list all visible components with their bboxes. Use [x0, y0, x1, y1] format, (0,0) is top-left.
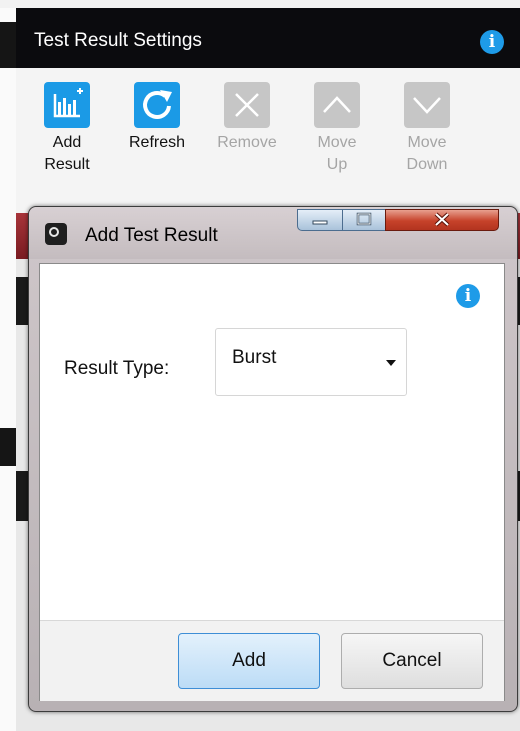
dialog-title: Add Test Result [85, 225, 218, 246]
result-type-label: Result Type: [64, 358, 170, 379]
left-edge-block [0, 22, 16, 68]
app-icon [45, 223, 67, 245]
left-edge-strip [0, 8, 16, 731]
dialog-footer: Add Cancel [40, 620, 504, 701]
remove-label: Remove [210, 132, 284, 154]
maximize-icon [356, 212, 372, 226]
move-up-label-line2: Up [326, 156, 348, 173]
move-up-button[interactable]: Move Up [300, 82, 374, 176]
arrow-up-icon [314, 82, 360, 128]
add-result-label-line2: Result [44, 156, 90, 173]
add-button[interactable]: Add [178, 633, 320, 689]
window-controls [297, 209, 499, 231]
add-result-label-line1: Add [52, 134, 82, 151]
remove-button[interactable]: Remove [210, 82, 284, 154]
panel-title: Test Result Settings [34, 30, 202, 51]
add-result-button[interactable]: Add Result [30, 82, 104, 176]
minimize-button[interactable] [297, 209, 343, 231]
move-down-label-line2: Down [406, 156, 448, 173]
refresh-label-line1: Refresh [128, 134, 186, 151]
arrow-down-icon [404, 82, 450, 128]
top-edge [0, 0, 520, 8]
move-down-button[interactable]: Move Down [390, 82, 464, 176]
refresh-button[interactable]: Refresh [120, 82, 194, 154]
dialog-info-icon[interactable]: i [456, 284, 480, 308]
move-up-label: Move Up [300, 132, 374, 176]
toolbar: Add Result Refresh Remove Move Up Move D… [16, 68, 520, 213]
minimize-icon [312, 220, 328, 225]
maximize-button[interactable] [342, 209, 386, 231]
remove-icon [224, 82, 270, 128]
move-down-label-line1: Move [407, 134, 447, 151]
add-result-label: Add Result [30, 132, 104, 176]
left-edge-block [0, 428, 16, 466]
chevron-down-icon [386, 360, 396, 366]
dialog-titlebar[interactable]: Add Test Result [29, 207, 517, 259]
dialog-content: i Result Type: Burst Add Cancel [39, 263, 505, 701]
add-result-icon [44, 82, 90, 128]
app-icon-ring [49, 227, 59, 237]
close-icon [434, 212, 450, 227]
close-button[interactable] [385, 209, 499, 231]
app-window: Test Result Settings i Add Result Refres… [0, 0, 520, 731]
refresh-icon [134, 82, 180, 128]
result-type-select[interactable]: Burst [215, 328, 407, 396]
remove-label-line1: Remove [217, 134, 277, 151]
info-icon[interactable]: i [480, 30, 504, 54]
add-test-result-dialog: Add Test Result i Result Type: Burst Add… [28, 206, 518, 712]
move-up-label-line1: Move [317, 134, 357, 151]
refresh-label: Refresh [120, 132, 194, 154]
result-type-value: Burst [232, 347, 277, 368]
panel-header: Test Result Settings i [16, 8, 520, 68]
move-down-label: Move Down [390, 132, 464, 176]
cancel-button[interactable]: Cancel [341, 633, 483, 689]
